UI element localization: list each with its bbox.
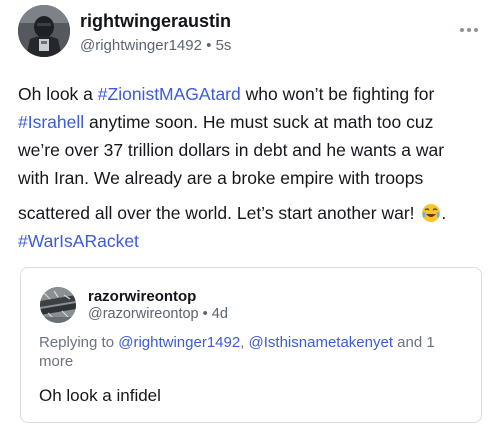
author-name[interactable]: rightwingeraustin (80, 11, 231, 32)
post-meta: @rightwinger1492 • 5s (80, 37, 231, 54)
meta-separator: • (206, 37, 212, 54)
quoted-author-handle[interactable]: @razorwireontop (88, 306, 199, 322)
mention-link[interactable]: @rightwinger1492 (118, 334, 240, 351)
more-options-icon[interactable] (454, 20, 484, 40)
author-avatar[interactable] (18, 5, 70, 57)
hashtag-link[interactable]: #WarIsARacket (18, 231, 139, 251)
post-line: we’re over 37 trillion dollars in debt a… (18, 140, 445, 160)
quoted-post-card[interactable]: razorwireontop @razorwireontop • 4d Repl… (20, 267, 482, 423)
quoted-author-avatar[interactable] (40, 287, 76, 323)
post-line: #WarIsARacket (18, 227, 488, 255)
quoted-post-meta: @razorwireontop • 4d (88, 306, 228, 322)
post-timestamp[interactable]: 5s (216, 37, 232, 54)
post-line: with Iran. We already are a broke empire… (18, 168, 424, 188)
post-body: Oh look a #ZionistMAGAtard who won’t be … (18, 80, 488, 255)
mention-link[interactable]: @Isthisnametakenyet (249, 334, 393, 351)
hashtag-link[interactable]: #Israhell (18, 112, 84, 132)
replying-to-line: Replying to @rightwinger1492, @Isthisnam… (39, 334, 435, 370)
post-line: scattered all over the world. Let’s star… (18, 203, 447, 223)
quoted-post-timestamp[interactable]: 4d (212, 306, 228, 322)
face-with-tears-of-joy-icon (422, 204, 441, 222)
hashtag-link[interactable]: #ZionistMAGAtard (98, 84, 241, 104)
author-handle[interactable]: @rightwinger1492 (80, 37, 202, 54)
quoted-author-name[interactable]: razorwireontop (88, 288, 196, 305)
meta-separator: • (202, 306, 208, 322)
post-line: Oh look a #ZionistMAGAtard who won’t be … (18, 84, 435, 104)
post-line: #Israhell anytime soon. He must suck at … (18, 112, 434, 132)
quoted-post-text: Oh look a infidel (39, 386, 161, 405)
